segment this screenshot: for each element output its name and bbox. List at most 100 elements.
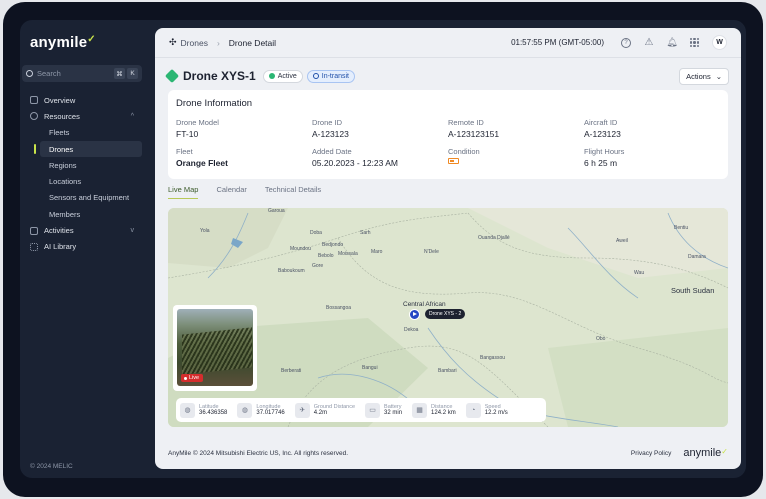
field-fleet: Fleet Orange Fleet (176, 147, 312, 168)
map-label: Moundou (290, 246, 311, 252)
field-flight-hours: Flight Hours 6 h 25 m (584, 147, 720, 168)
topbar: ✣ Drones › Drone Detail 01:57:55 PM (GMT… (155, 28, 741, 58)
tab-technical-details[interactable]: Technical Details (265, 185, 321, 199)
help-icon[interactable]: ? (621, 37, 631, 48)
chevron-down-icon: v (130, 227, 135, 235)
map-label: Maro (371, 249, 383, 255)
sidebar-item-regions[interactable]: Regions (20, 157, 142, 173)
map-label: Bambari (438, 368, 457, 374)
avatar[interactable]: W (712, 35, 727, 50)
tab-calendar[interactable]: Calendar (216, 185, 246, 199)
map-label: Obo (596, 336, 606, 342)
battery-level-fill (450, 160, 454, 162)
drone-marker-label[interactable]: Drone XYS - 2 (425, 309, 466, 319)
stat-latitude: ◍ Latitude 36.436358 (180, 402, 227, 418)
topbar-actions: 01:57:55 PM (GMT-05:00) ? ⚠ 🔔︎ W (511, 35, 727, 50)
map-label: Yola (200, 228, 210, 234)
main-panel: ✣ Drones › Drone Detail 01:57:55 PM (GMT… (155, 28, 741, 469)
sidebar-item-label: Activities (44, 226, 74, 236)
telemetry-bar: ◍ Latitude 36.436358 ◍ Longitude 37.017746 ✈… (176, 398, 546, 422)
chevron-down-icon: ⌄ (715, 71, 722, 81)
privacy-policy-link[interactable]: Privacy Policy (631, 450, 671, 457)
drone-icon: ✣ (169, 37, 177, 47)
sidebar-item-label: Fleets (49, 128, 70, 138)
field-drone-model: Drone Model FT-10 (176, 118, 312, 139)
map-label: Ouanda Djallé (478, 235, 510, 241)
drone-marker-icon[interactable] (409, 309, 420, 320)
anymile-logo[interactable]: anymile✓ (30, 34, 96, 51)
gear-icon (30, 112, 38, 121)
sidebar-item-label: Regions (49, 160, 77, 170)
map-label: Garoua (268, 208, 285, 214)
map-label: Wau (634, 270, 645, 276)
sidebar-item-ai-library[interactable]: AI Library (20, 239, 142, 255)
bell-icon[interactable]: 🔔︎ (666, 37, 677, 48)
field-value[interactable]: Orange Fleet (176, 158, 312, 168)
sidebar-item-overview[interactable]: Overview (20, 92, 142, 108)
badge-label: In-transit (321, 72, 349, 80)
actions-label: Actions (686, 71, 711, 81)
field-label: Aircraft ID (584, 118, 618, 127)
search-input[interactable]: Search (37, 69, 112, 78)
breadcrumb-current: Drone Detail (228, 37, 277, 48)
status-badge-active: Active (262, 69, 303, 83)
map-label: Bedjondo (322, 242, 344, 248)
map-label: Damara (688, 254, 706, 260)
field-label: Flight Hours (584, 147, 625, 156)
map-label: Dekoa (404, 327, 419, 333)
sidebar-item-locations[interactable]: Locations (20, 173, 142, 189)
sidebar-item-activities[interactable]: Activities v (20, 222, 142, 238)
app-window: anymile✓ Search ⌘ K Overview Resources ^… (20, 20, 746, 478)
tab-live-map[interactable]: Live Map (168, 185, 199, 199)
sidebar-item-fleets[interactable]: Fleets (20, 125, 142, 141)
stat-longitude: ◍ Longitude 37.017746 (237, 402, 285, 418)
map-label: N'Dele (424, 249, 439, 255)
sidebar: anymile✓ Search ⌘ K Overview Resources ^… (20, 20, 154, 478)
check-icon (268, 73, 275, 79)
map-label: Bebolo (318, 253, 334, 259)
field-added-date: Added Date 05.20.2023 - 12:23 AM (312, 147, 448, 168)
field-remote-id: Remote ID A-123123151 (448, 118, 584, 139)
map-label: Bossangoa (326, 305, 352, 311)
logo-text: anymile (30, 34, 88, 51)
badge-label: Active (277, 72, 297, 80)
map-label: Bangui (362, 365, 378, 371)
actions-dropdown[interactable]: Actions ⌄ (679, 67, 729, 85)
field-condition: Condition (448, 147, 584, 168)
map-label: Bangassou (480, 355, 506, 361)
page-header: Drone XYS-1 Active In-transit Actions ⌄ (155, 62, 741, 90)
sidebar-item-label: Overview (44, 95, 76, 105)
stat-battery: ▭ Battery 32 min (365, 402, 402, 418)
sidebar-item-sensors[interactable]: Sensors and Equipment (20, 190, 142, 206)
battery-icon (448, 158, 459, 164)
map-icon: ▦ (412, 402, 428, 418)
map-label: Bentiu (674, 225, 689, 231)
stat-value: 124.2 km (431, 410, 456, 416)
stat-speed: ◔ Speed 12.2 m/s (465, 402, 508, 418)
alert-icon[interactable]: ⚠ (644, 37, 654, 48)
live-camera-feed[interactable]: Live (173, 305, 257, 391)
field-label: Drone ID (312, 118, 343, 127)
stat-distance: ▦ Distance 124.2 km (412, 402, 456, 418)
speed-icon: ◔ (465, 402, 481, 418)
battery-icon: ▭ (365, 402, 381, 418)
breadcrumb-drones[interactable]: Drones (181, 38, 208, 48)
detail-tabs: Live Map Calendar Technical Details (168, 185, 321, 199)
map-label: Sarh (360, 230, 371, 236)
field-value: 6 h 25 m (584, 158, 618, 168)
sidebar-item-resources[interactable]: Resources ^ (20, 108, 142, 124)
page-title: Drone XYS-1 (183, 69, 256, 83)
live-map[interactable]: Yola Garoua Sarh Doba Moundou Bedjondo B… (168, 208, 728, 427)
sidebar-item-label: Drones (49, 144, 74, 154)
field-label: Condition (448, 147, 480, 156)
sidebar-item-members[interactable]: Members (20, 206, 142, 222)
globe-icon: ◍ (237, 402, 253, 418)
sidebar-item-drones[interactable]: Drones (34, 140, 142, 158)
field-value: A-123123151 (448, 129, 500, 139)
map-label-country: South Sudan (671, 286, 715, 295)
apps-grid-icon[interactable] (690, 38, 699, 47)
status-badge-in-transit: In-transit (306, 69, 355, 83)
search-box[interactable]: Search ⌘ K (22, 65, 142, 82)
field-label: Remote ID (448, 118, 484, 127)
stat-value: 37.017746 (256, 410, 285, 416)
